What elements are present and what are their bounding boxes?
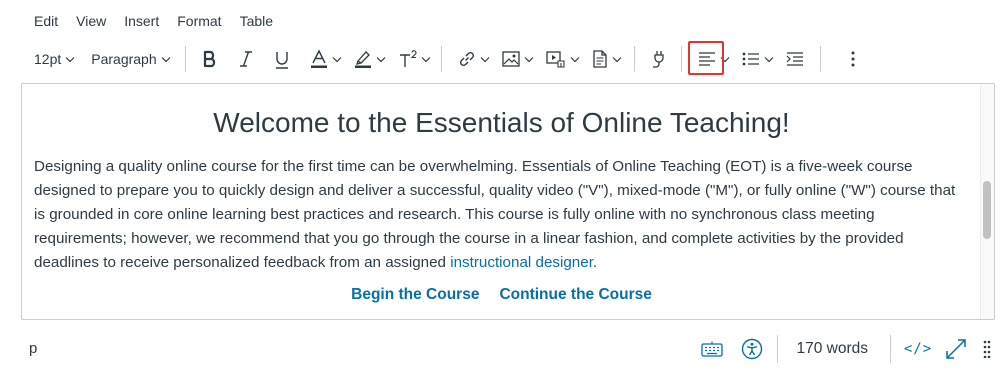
toolbar-divider xyxy=(184,46,186,72)
italic-button[interactable] xyxy=(232,44,260,74)
editor-toolbar: 12pt Paragraph xyxy=(22,41,867,76)
document-button[interactable] xyxy=(592,44,622,74)
apps-plug-icon xyxy=(652,51,664,68)
keyboard-icon xyxy=(701,341,724,357)
scrollbar-thumb[interactable] xyxy=(983,181,991,239)
media-icon xyxy=(545,51,565,68)
align-button[interactable] xyxy=(698,44,730,74)
instructional-designer-link[interactable]: instructional designer xyxy=(450,254,593,271)
image-icon xyxy=(501,51,520,67)
list-button[interactable] xyxy=(742,44,774,74)
chevron-down-icon xyxy=(65,56,75,62)
more-vertical-icon xyxy=(851,51,855,67)
align-left-icon xyxy=(698,52,715,66)
apps-button[interactable] xyxy=(645,44,673,74)
accessibility-checker-button[interactable] xyxy=(737,335,767,363)
chevron-down-icon xyxy=(376,56,386,62)
toolbar-divider xyxy=(819,46,821,72)
keyboard-shortcuts-button[interactable] xyxy=(697,335,727,363)
chevron-down-icon xyxy=(332,56,342,62)
vertical-scrollbar[interactable] xyxy=(980,84,994,319)
chevron-down-icon xyxy=(524,56,534,62)
html-editor-toggle[interactable]: </> xyxy=(901,335,935,363)
document-icon xyxy=(592,50,607,68)
chevron-down-icon xyxy=(764,56,774,62)
continue-course-link[interactable]: Continue the Course xyxy=(499,286,651,304)
toolbar-divider xyxy=(680,46,682,72)
menu-view[interactable]: View xyxy=(70,11,112,31)
fullscreen-icon xyxy=(946,339,966,359)
superscript-button[interactable] xyxy=(398,44,431,74)
image-button[interactable] xyxy=(501,44,534,74)
code-icon: </> xyxy=(903,341,933,357)
toolbar-divider xyxy=(440,46,442,72)
underline-icon xyxy=(275,51,288,69)
status-divider xyxy=(777,335,779,363)
link-button[interactable] xyxy=(458,44,490,74)
status-bar: p 170 words </> xyxy=(21,330,995,368)
chevron-down-icon xyxy=(570,56,580,62)
menu-insert[interactable]: Insert xyxy=(118,11,165,31)
intro-paragraph-end: . xyxy=(592,254,598,271)
bullet-list-icon xyxy=(742,52,759,66)
bold-button[interactable] xyxy=(196,44,224,74)
underline-button[interactable] xyxy=(268,44,296,74)
element-path[interactable]: p xyxy=(29,340,37,357)
editor-document: Welcome to the Essentials of Online Teac… xyxy=(34,84,969,304)
resize-handle[interactable] xyxy=(979,335,995,363)
text-color-button[interactable] xyxy=(310,44,342,74)
bold-icon xyxy=(203,50,215,68)
begin-course-link[interactable]: Begin the Course xyxy=(351,286,479,304)
toolbar-divider xyxy=(633,46,635,72)
drag-handle-icon xyxy=(983,340,991,358)
editor-content-area[interactable]: Welcome to the Essentials of Online Teac… xyxy=(21,83,995,320)
more-options-button[interactable] xyxy=(839,44,867,74)
highlight-color-button[interactable] xyxy=(354,44,386,74)
link-icon xyxy=(459,51,474,67)
indent-button[interactable] xyxy=(786,44,804,74)
page-heading: Welcome to the Essentials of Online Teac… xyxy=(213,107,790,138)
media-button[interactable] xyxy=(545,44,580,74)
superscript-icon xyxy=(399,50,417,67)
status-divider xyxy=(890,335,891,363)
indent-icon xyxy=(786,52,803,66)
highlighter-icon xyxy=(354,51,371,68)
menu-table[interactable]: Table xyxy=(234,11,279,31)
chevron-down-icon xyxy=(612,56,622,62)
block-format-value: Paragraph xyxy=(91,51,157,67)
font-size-select[interactable]: 12pt xyxy=(34,51,75,67)
italic-icon xyxy=(239,51,252,67)
cta-row: Begin the Course Continue the Course xyxy=(34,286,969,304)
intro-paragraph: Designing a quality online course for th… xyxy=(34,155,969,275)
menu-format[interactable]: Format xyxy=(171,11,227,31)
chevron-down-icon xyxy=(161,56,171,62)
fullscreen-button[interactable] xyxy=(941,335,971,363)
chevron-down-icon xyxy=(480,56,490,62)
status-bar-actions: 170 words </> xyxy=(697,334,995,364)
chevron-down-icon xyxy=(720,56,730,62)
font-size-value: 12pt xyxy=(34,51,62,67)
accessibility-icon xyxy=(742,338,763,360)
menu-edit[interactable]: Edit xyxy=(22,11,64,31)
word-count[interactable]: 170 words xyxy=(796,340,868,358)
menubar: Edit View Insert Format Table xyxy=(22,9,285,33)
text-color-icon xyxy=(310,49,327,68)
chevron-down-icon xyxy=(421,56,431,62)
block-format-select[interactable]: Paragraph xyxy=(91,51,171,67)
